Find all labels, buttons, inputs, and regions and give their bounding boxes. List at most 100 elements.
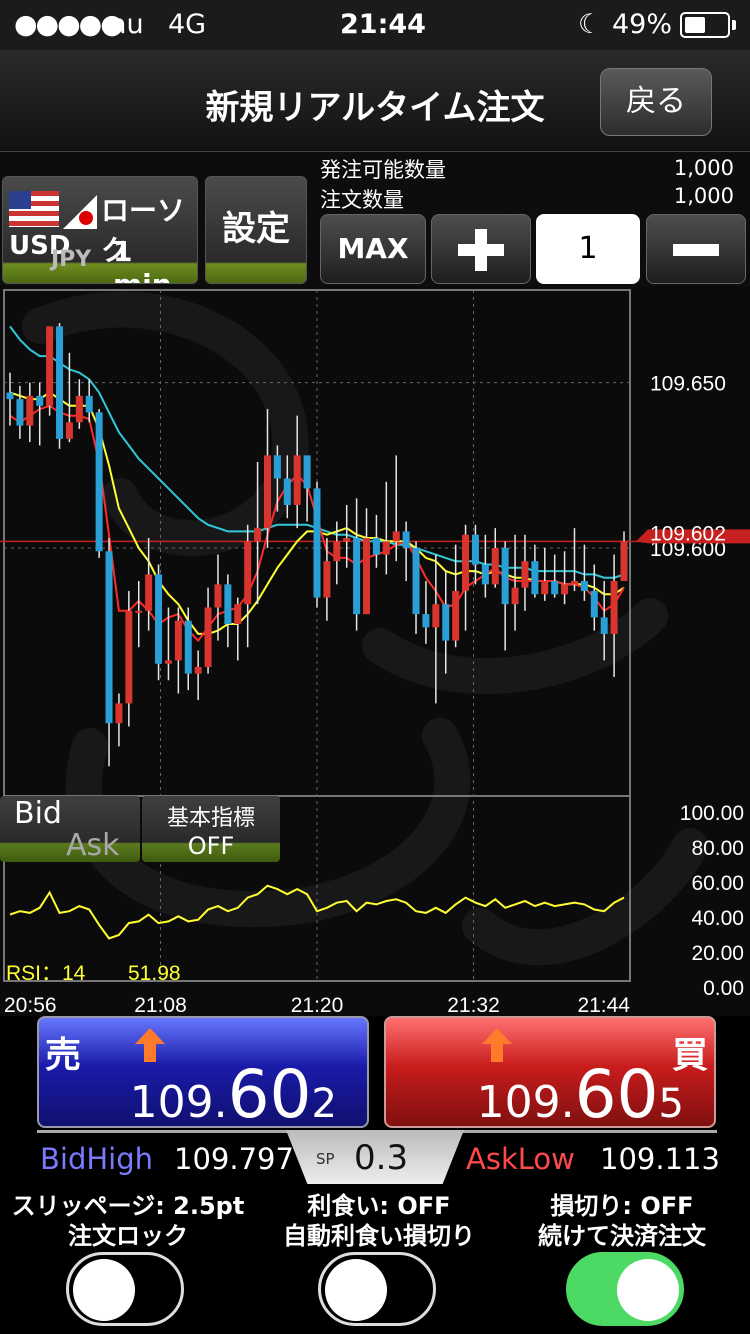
candle-body	[442, 604, 450, 641]
candle-body	[481, 564, 489, 585]
rsi-value: 51.98	[128, 962, 181, 985]
candle-body	[6, 392, 14, 400]
moon-icon: ☾	[578, 9, 603, 40]
candle-body	[620, 541, 628, 582]
buy-price-pips: 60	[574, 1056, 659, 1133]
candle	[561, 551, 569, 605]
candle-body	[85, 395, 93, 413]
candle-body	[26, 395, 34, 426]
candle-body	[600, 617, 608, 634]
continuous-close-label: 続けて決済注文	[538, 1222, 706, 1250]
price-chart[interactable]: 109.650 109.600 109.602 20:56 21:08 21:20 21:3…	[0, 286, 750, 1017]
buy-button[interactable]: 買 109.605	[384, 1016, 716, 1133]
candle-body	[531, 561, 539, 595]
candle-body	[422, 614, 430, 628]
minus-icon	[673, 244, 719, 256]
toggle-knob	[617, 1259, 679, 1321]
orderable-qty-label: 発注可能数量	[320, 158, 446, 182]
bid-high-value: 109.797	[174, 1142, 294, 1176]
candle	[224, 574, 232, 648]
candle	[501, 541, 509, 651]
candle-body	[263, 455, 271, 529]
plus-icon	[458, 229, 504, 271]
candle-body	[353, 538, 361, 615]
auto-tp-sl-toggle[interactable]	[318, 1252, 436, 1326]
auto-tp-sl-label: 自動利食い損切り	[283, 1222, 475, 1250]
buy-price-head: 109.	[476, 1077, 575, 1128]
candle-body	[491, 547, 499, 585]
candle-body	[471, 534, 479, 565]
candle-body	[65, 422, 73, 439]
candle-body	[145, 574, 153, 611]
candle	[65, 352, 73, 443]
continuous-close-toggle[interactable]	[566, 1252, 684, 1326]
bid-label: Bid	[14, 796, 62, 831]
candle	[244, 524, 252, 648]
candle	[521, 534, 529, 611]
candle-body	[590, 590, 598, 618]
battery-level	[685, 17, 705, 33]
sell-price-head: 109.	[129, 1077, 228, 1128]
sell-price: 109.602	[39, 1056, 367, 1133]
max-button[interactable]: MAX	[320, 214, 426, 284]
candle-body	[323, 561, 331, 598]
candle-body	[541, 581, 549, 595]
candle	[214, 554, 222, 641]
candle	[303, 455, 311, 522]
settings-button[interactable]: 設定	[205, 176, 307, 284]
plus-button[interactable]	[431, 214, 531, 284]
candle-body	[135, 610, 143, 613]
candle-body	[293, 455, 301, 505]
bid-ask-toggle[interactable]: Bid Ask	[0, 796, 140, 863]
battery-percent: 49%	[612, 9, 673, 40]
back-button[interactable]: 戻る	[600, 68, 712, 136]
candle	[551, 554, 559, 598]
candle-body	[214, 584, 222, 608]
candle	[115, 693, 123, 747]
spread-label: SP	[316, 1150, 335, 1168]
rsi-tick-label: 0.00	[703, 977, 744, 1000]
candle	[382, 481, 390, 575]
minus-button[interactable]	[646, 214, 746, 284]
candle-body	[95, 412, 103, 552]
sell-button[interactable]: 売 109.602	[37, 1016, 369, 1133]
jp-flag-icon	[63, 195, 97, 229]
quantity-input[interactable]: 1	[536, 214, 640, 284]
candle-body	[313, 488, 321, 598]
candle-body	[184, 620, 192, 674]
candle-body	[511, 587, 519, 605]
currency-pair-button[interactable]: ローソク USD JPY 1 min	[2, 176, 198, 284]
candle-body	[570, 581, 578, 585]
candle-body	[561, 584, 569, 595]
toggle-knob	[73, 1259, 135, 1321]
candle-body	[224, 584, 232, 625]
candle-body	[452, 590, 460, 641]
candle-body	[105, 551, 113, 724]
candle-body	[164, 660, 172, 664]
candle-body	[432, 604, 440, 628]
time-tick-label: 21:32	[447, 994, 500, 1016]
rsi-tick-label: 60.00	[691, 872, 744, 895]
sell-price-tail: 2	[311, 1081, 337, 1127]
candle	[263, 409, 271, 548]
candle	[75, 379, 83, 429]
candle-body	[372, 538, 380, 555]
candle-body	[204, 607, 212, 668]
candle-body	[234, 604, 242, 625]
sell-price-pips: 60	[227, 1056, 312, 1133]
rsi-tick-label: 100.00	[680, 802, 744, 825]
candle-body	[551, 581, 559, 595]
ask-low-label: AskLow	[466, 1142, 575, 1176]
candle	[323, 538, 331, 621]
candle-body	[46, 326, 54, 406]
indicator-button[interactable]: 基本指標 OFF	[142, 796, 280, 862]
candle	[145, 538, 153, 631]
candle-body	[610, 581, 618, 634]
order-lock-toggle[interactable]	[66, 1252, 184, 1326]
toggle-knob	[325, 1259, 387, 1321]
candle-body	[56, 326, 64, 439]
candle	[16, 385, 24, 439]
time-tick-label: 21:44	[577, 994, 630, 1016]
candle-body	[501, 547, 509, 605]
candle	[204, 587, 212, 674]
